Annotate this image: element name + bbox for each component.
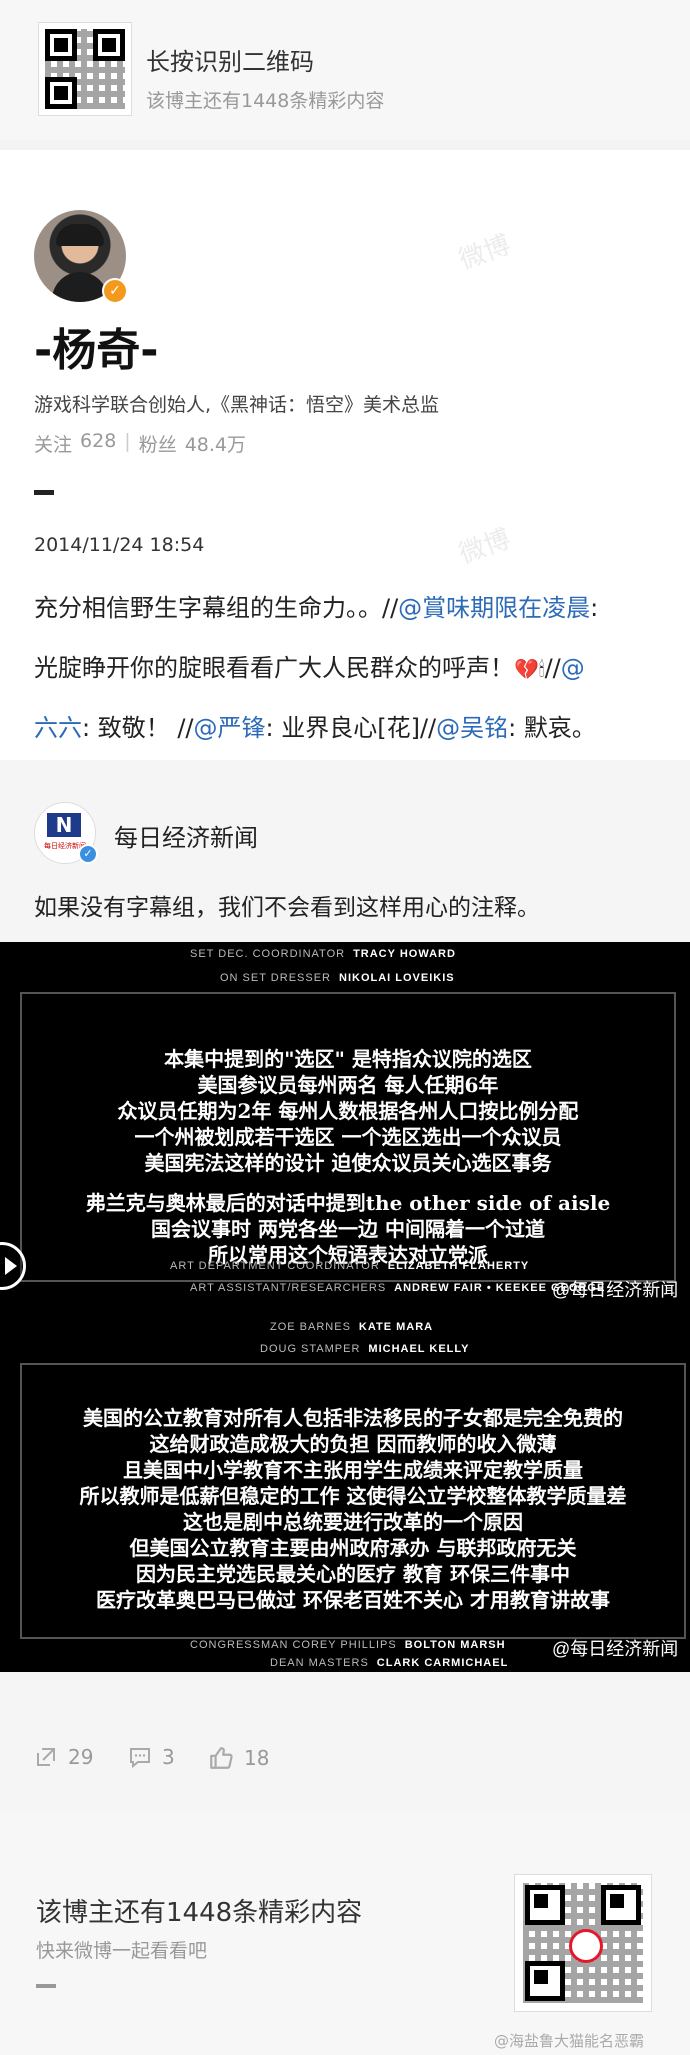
post-card: ✓ -杨奇- 游戏科学联合创始人,《黑神话：悟空》美术总监 关注 628 | 粉… — [0, 150, 690, 760]
following-count[interactable]: 628 — [80, 430, 116, 457]
bottom-banner[interactable]: 该博主还有1448条精彩内容 快来微博一起看看吧 @海盐鲁大猫能名恶霸 — [0, 1812, 690, 2055]
mention-link[interactable]: @严锋 — [194, 714, 266, 742]
repost-icon — [37, 1748, 55, 1766]
repost-area: N 每日经济新闻 ✓ 每日经济新闻 如果没有字幕组，我们不会看到这样用心的注释。… — [0, 760, 690, 1820]
image-watermark: @每日经济新闻 — [552, 1280, 679, 1300]
subtitle-text: 美国的公立教育对所有人包括非法移民的子女都是完全免费的 这给财政造成极大的负担 … — [79, 1406, 627, 1612]
like-action[interactable]: 18 — [208, 1745, 269, 1771]
credit-line: DEAN MASTERS CLARK CARMICHAEL — [270, 1657, 509, 1669]
post-line-2: 光腚睁开你的腚眼看看广大人民群众的呼声！💔🕯//@ — [34, 654, 585, 682]
post-line-1: 充分相信野生字幕组的生命力。。//@賞味期限在凌晨: — [34, 594, 599, 622]
credit-line: ZOE BARNES KATE MARA — [270, 1321, 434, 1333]
divider-dash — [34, 490, 54, 495]
thumbs-up-icon — [210, 1747, 233, 1769]
top-banner-subtitle: 该博主还有1448条精彩内容 — [146, 90, 385, 112]
profile-stats: 关注 628 | 粉丝 48.4万 — [34, 430, 247, 457]
bottom-banner-title: 该博主还有1448条精彩内容 — [36, 1898, 363, 1928]
credit-line: SET DEC. COORDINATOR TRACY HOWARD — [190, 948, 456, 960]
footer-watermark: @海盐鲁大猫能名恶霸 — [494, 2032, 645, 2050]
post-timestamp: 2014/11/24 18:54 — [34, 534, 205, 556]
comment-action[interactable]: 3 — [128, 1745, 175, 1769]
repost-count: 29 — [68, 1745, 94, 1769]
repost-text: 如果没有字幕组，我们不会看到这样用心的注释。 — [34, 895, 540, 921]
subtitle-text: 本集中提到的"选区" 是特指众议院的选区 美国参议员每州两名 每人任期6年 众议… — [85, 1047, 611, 1267]
followers-count[interactable]: 48.4万 — [185, 430, 246, 457]
comment-icon — [130, 1748, 150, 1769]
verified-badge-icon: ✓ — [78, 844, 98, 864]
divider-dash — [36, 1984, 56, 1988]
qr-code-icon — [38, 22, 132, 116]
comment-count: 3 — [162, 1745, 175, 1769]
credit-line: ART DEPARTMENT COORDINATOR ELIZABETH FLAH… — [170, 1260, 530, 1272]
repost-action[interactable]: 29 — [34, 1745, 93, 1769]
repost-author[interactable]: 每日经济新闻 — [114, 818, 258, 853]
credit-line: ON SET DRESSER NIKOLAI LOVEIKIS — [220, 972, 455, 984]
mention-link[interactable]: @吴铭 — [436, 714, 508, 742]
followers-label: 粉丝 — [138, 434, 177, 456]
top-banner-title: 长按识别二维码 — [146, 48, 314, 76]
credit-line: CONGRESSMAN COREY PHILLIPS BOLTON MARSH — [190, 1639, 506, 1651]
subtitle-box: 美国的公立教育对所有人包括非法移民的子女都是完全免费的 这给财政造成极大的负担 … — [20, 1363, 686, 1639]
credit-line: DOUG STAMPER MICHAEL KELLY — [260, 1343, 470, 1355]
profile-name: -杨奇- — [34, 325, 159, 376]
post-line-3: 六六: 致敬！ //@严锋: 业界良心[花]//@吴铭: 默哀。 — [34, 714, 596, 742]
top-banner[interactable]: 长按识别二维码 该博主还有1448条精彩内容 — [0, 0, 690, 140]
repost-image-1[interactable]: SET DEC. COORDINATOR TRACY HOWARD ON SET … — [0, 942, 690, 1317]
verified-badge-icon: ✓ — [102, 278, 128, 304]
qr-code-icon — [514, 1874, 652, 2012]
subtitle-box: 本集中提到的"选区" 是特指众议院的选区 美国参议员每州两名 每人任期6年 众议… — [20, 992, 676, 1282]
following-label: 关注 — [34, 434, 73, 456]
repost-image-2[interactable]: ZOE BARNES KATE MARA DOUG STAMPER MICHAEL … — [0, 1317, 690, 1672]
profile-bio: 游戏科学联合创始人,《黑神话：悟空》美术总监 — [34, 394, 440, 416]
weibo-logo-icon — [569, 1929, 603, 1963]
credit-line: ART ASSISTANT/RESEARCHERS ANDREW FAIR • K… — [190, 1282, 606, 1294]
like-count: 18 — [244, 1746, 270, 1770]
emoji-icon: 💔🕯 — [514, 657, 545, 681]
mention-link[interactable]: @ — [561, 654, 585, 682]
post-text: 充分相信野生字幕组的生命力。。//@賞味期限在凌晨: 光腚睁开你的腚眼看看广大人… — [34, 588, 664, 768]
bottom-banner-subtitle: 快来微博一起看看吧 — [36, 1940, 208, 1962]
mention-link[interactable]: @賞味期限在凌晨 — [398, 594, 590, 622]
mention-link[interactable]: 六六 — [34, 714, 82, 742]
image-watermark: @每日经济新闻 — [552, 1639, 679, 1659]
